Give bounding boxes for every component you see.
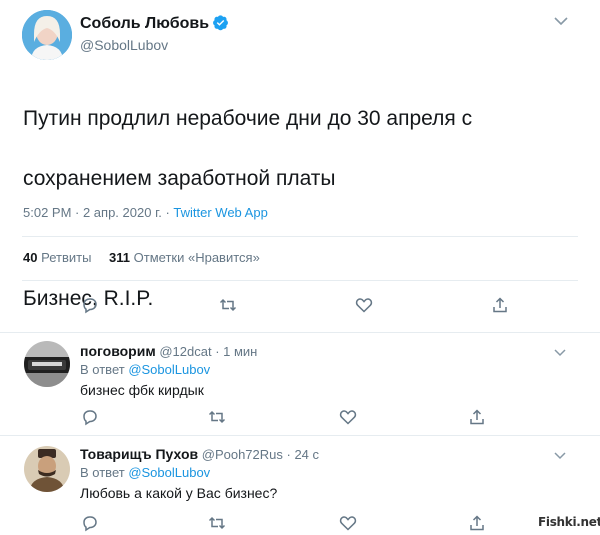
- author-avatar[interactable]: [22, 10, 72, 60]
- mention-link[interactable]: @SobolLubov: [128, 465, 210, 480]
- retweets-stat[interactable]: 40 Ретвиты: [23, 250, 91, 265]
- mention-link[interactable]: @SobolLubov: [128, 362, 210, 377]
- reply-text: бизнес фбк кирдык: [80, 382, 204, 398]
- reply-text: Любовь а какой у Вас бизнес?: [80, 485, 278, 501]
- likes-label: Отметки «Нравится»: [133, 250, 260, 265]
- reply-author-name[interactable]: поговорим: [80, 343, 156, 359]
- in-reply-prefix: В ответ: [80, 362, 129, 377]
- likes-count: 311: [109, 250, 131, 265]
- tweet-text-line: Путин продлил нерабочие дни до 30 апреля…: [23, 107, 473, 130]
- reply-tweet[interactable]: Товарищъ Пухов @Pooh72Rus · 24 с В ответ…: [0, 436, 600, 535]
- author-name[interactable]: Соболь Любовь: [80, 14, 229, 33]
- tweet-timestamp[interactable]: 5:02 PM · 2 апр. 2020 г. ·: [23, 205, 173, 220]
- reply-time[interactable]: · 1 мин: [215, 344, 257, 359]
- watermark: Fishki.net: [538, 515, 600, 529]
- divider: [22, 236, 578, 237]
- chevron-down-icon[interactable]: [553, 345, 567, 357]
- reply-avatar[interactable]: [24, 341, 70, 387]
- share-icon[interactable]: [467, 407, 487, 427]
- verified-badge-icon: [212, 14, 229, 31]
- in-reply-to: В ответ @SobolLubov: [80, 362, 210, 377]
- chevron-down-icon[interactable]: [552, 14, 570, 28]
- reply-icon[interactable]: [80, 295, 100, 315]
- reply-avatar[interactable]: [24, 446, 70, 492]
- reply-header: Товарищъ Пухов @Pooh72Rus · 24 с: [80, 446, 319, 462]
- reply-icon[interactable]: [80, 513, 100, 533]
- tweet-client-link[interactable]: Twitter Web App: [173, 205, 267, 220]
- reply-header: поговорим @12dcat · 1 мин: [80, 343, 257, 359]
- in-reply-to: В ответ @SobolLubov: [80, 465, 210, 480]
- reply-author-name[interactable]: Товарищъ Пухов: [80, 446, 198, 462]
- reply-icon[interactable]: [80, 407, 100, 427]
- tweet-stats: 40 Ретвиты 311 Отметки «Нравится»: [23, 250, 274, 265]
- main-tweet: Соболь Любовь @SobolLubov Путин продлил …: [0, 0, 600, 332]
- like-icon[interactable]: [338, 407, 358, 427]
- reply-author-handle[interactable]: @12dcat: [159, 344, 211, 359]
- reply-tweet[interactable]: поговорим @12dcat · 1 мин В ответ @Sobol…: [0, 333, 600, 433]
- author-handle[interactable]: @SobolLubov: [80, 37, 168, 53]
- retweet-icon[interactable]: [207, 513, 227, 533]
- share-icon[interactable]: [467, 513, 487, 533]
- retweets-count: 40: [23, 250, 38, 265]
- retweets-label: Ретвиты: [41, 250, 92, 265]
- tweet-text-line: сохранением заработной платы: [23, 167, 336, 190]
- retweet-icon[interactable]: [207, 407, 227, 427]
- tweet-actions: [0, 295, 600, 317]
- chevron-down-icon[interactable]: [553, 448, 567, 460]
- like-icon[interactable]: [354, 295, 374, 315]
- share-icon[interactable]: [490, 295, 510, 315]
- like-icon[interactable]: [338, 513, 358, 533]
- retweet-icon[interactable]: [218, 295, 238, 315]
- in-reply-prefix: В ответ: [80, 465, 129, 480]
- reply-author-handle[interactable]: @Pooh72Rus: [202, 447, 283, 462]
- likes-stat[interactable]: 311 Отметки «Нравится»: [109, 250, 260, 265]
- reply-time[interactable]: · 24 с: [287, 447, 320, 462]
- tweet-meta: 5:02 PM · 2 апр. 2020 г. · Twitter Web A…: [23, 205, 268, 220]
- author-name-text[interactable]: Соболь Любовь: [80, 15, 209, 32]
- divider: [22, 280, 578, 281]
